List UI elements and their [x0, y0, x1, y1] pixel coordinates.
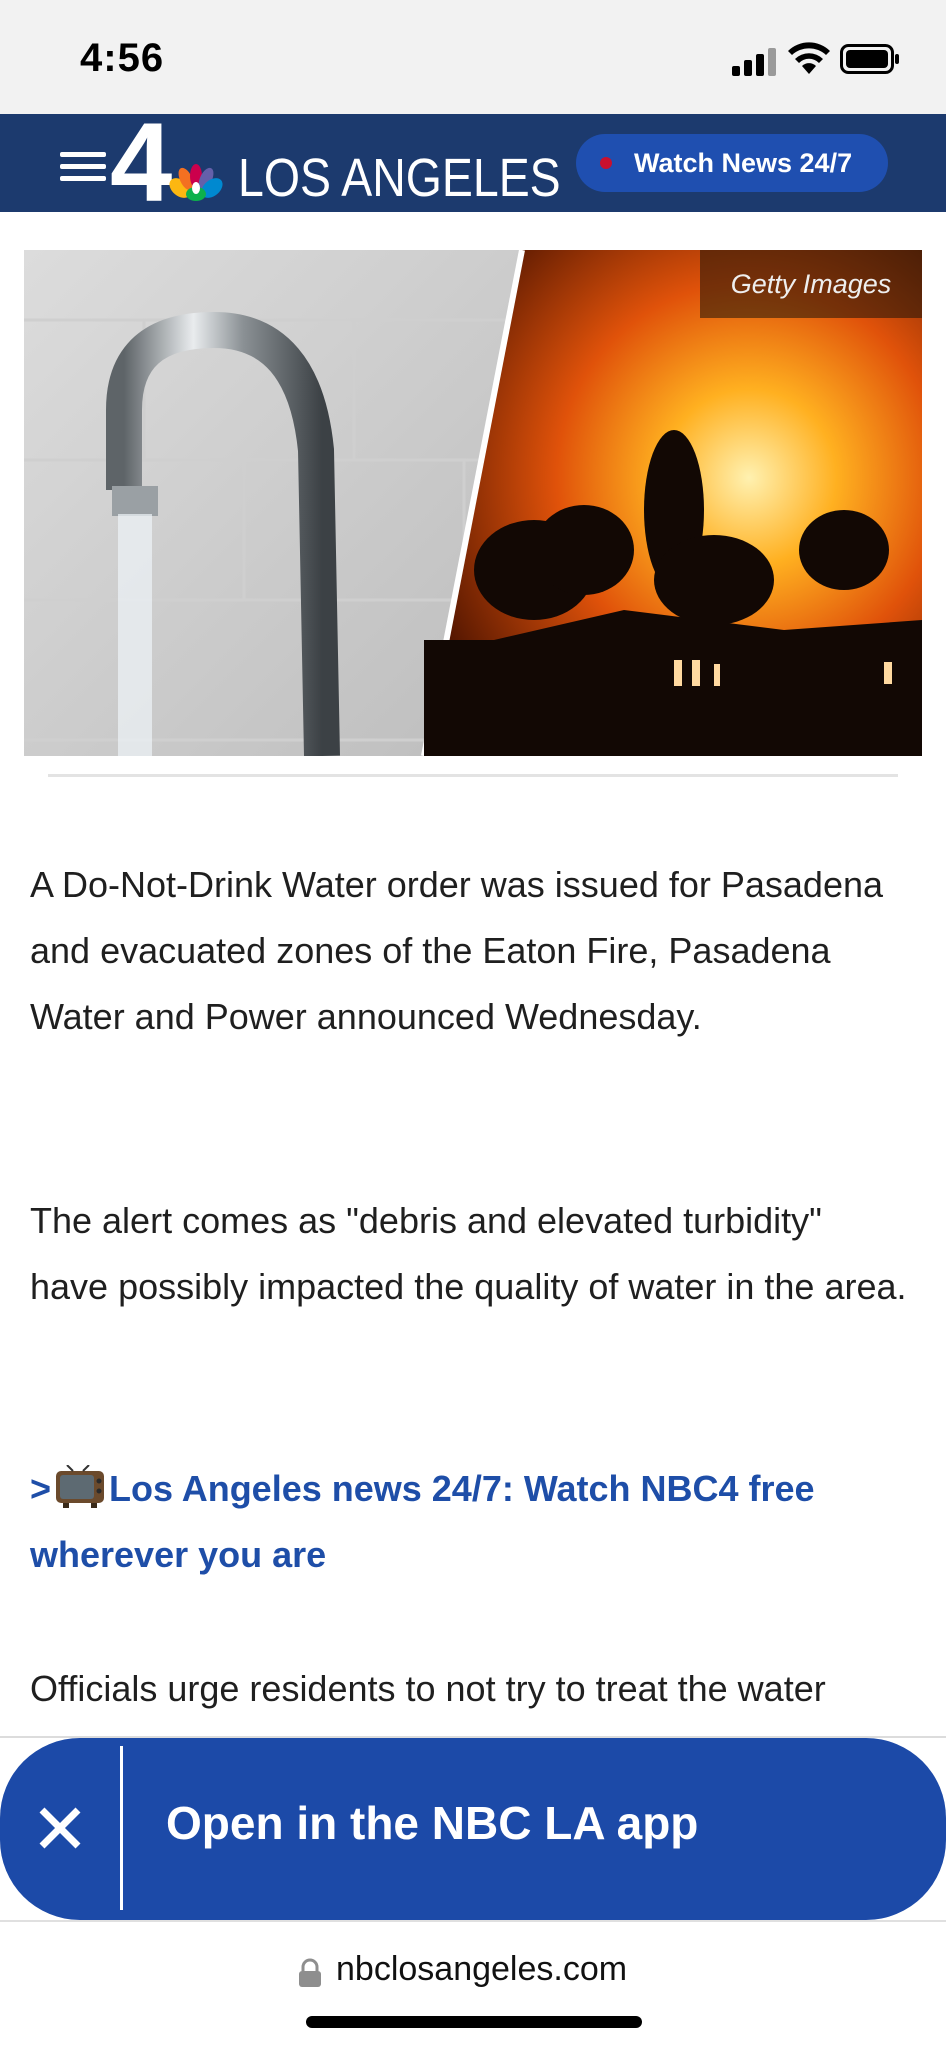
- nbc4-logo[interactable]: 4: [110, 107, 172, 219]
- photo-credit: Getty Images: [700, 250, 922, 318]
- close-icon[interactable]: [30, 1780, 90, 1876]
- logo-city-text[interactable]: LOS ANGELES: [238, 148, 561, 208]
- home-indicator[interactable]: [306, 2016, 642, 2028]
- live-dot-icon: [600, 157, 612, 169]
- status-bar: 4:56: [0, 0, 946, 114]
- nbc-peacock-icon: [169, 164, 223, 201]
- url-text[interactable]: nbclosangeles.com: [336, 1950, 627, 1989]
- article-paragraph: Officials urge residents to not try to t…: [30, 1668, 826, 1709]
- promo-link[interactable]: Los Angeles news 24/7: Watch NBC4 free w…: [30, 1468, 815, 1575]
- wifi-icon: [788, 42, 830, 74]
- hero-image[interactable]: Getty Images: [24, 250, 922, 756]
- open-in-app-label[interactable]: Open in the NBC LA app: [166, 1796, 698, 1850]
- article-paragraph: A Do-Not-Drink Water order was issued fo…: [30, 864, 884, 1037]
- hamburger-menu-icon[interactable]: [60, 152, 106, 184]
- television-icon: [56, 1465, 105, 1508]
- watch-news-label: Watch News 24/7: [634, 147, 853, 178]
- promo-prefix: >: [30, 1468, 52, 1509]
- divider: [48, 774, 898, 777]
- watch-news-button[interactable]: Watch News 24/7: [576, 134, 888, 192]
- article-paragraph: The alert comes as "debris and elevated …: [30, 1200, 907, 1307]
- battery-icon: [840, 44, 899, 74]
- cellular-signal-icon: [732, 44, 778, 76]
- status-time: 4:56: [80, 36, 165, 80]
- lock-icon: [299, 1958, 321, 1987]
- promo-link-paragraph[interactable]: > Los Angeles news 24/7: Watch NBC4 free…: [30, 1456, 910, 1588]
- hero-photo-composite: [24, 250, 922, 756]
- page: 4:56 4 LOS ANGELES Watch News 24/7 Getty…: [0, 0, 946, 2048]
- banner-separator: [120, 1746, 123, 1910]
